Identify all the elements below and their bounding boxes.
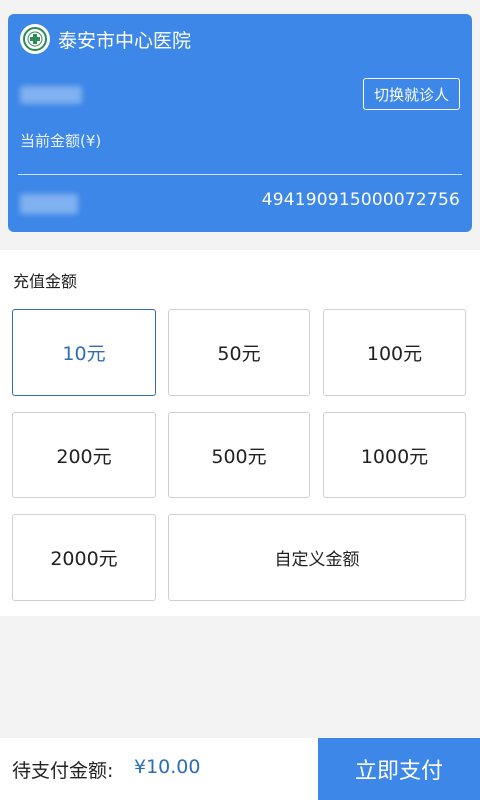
balance-label: 当前金额(¥) xyxy=(20,132,102,150)
custom-amount-button[interactable]: 自定义金额 xyxy=(168,514,466,601)
amount-option-2000[interactable]: 2000元 xyxy=(12,514,156,601)
amount-option-100[interactable]: 100元 xyxy=(323,309,466,396)
card-number: 494190915000072756 xyxy=(261,190,460,210)
pay-now-button[interactable]: 立即支付 xyxy=(318,738,480,800)
patient-card: 泰安市中心医院 切换就诊人 当前金额(¥) 494190915000072756 xyxy=(8,14,472,232)
hospital-name: 泰安市中心医院 xyxy=(58,29,192,52)
switch-patient-button[interactable]: 切换就诊人 xyxy=(362,78,460,110)
amount-option-500[interactable]: 500元 xyxy=(168,412,310,498)
amount-option-50[interactable]: 50元 xyxy=(168,309,310,396)
amount-option-10[interactable]: 10元 xyxy=(12,309,156,396)
amount-option-1000[interactable]: 1000元 xyxy=(323,412,466,498)
card-divider xyxy=(18,174,462,175)
balance-value-redacted xyxy=(20,194,78,214)
hospital-logo-icon xyxy=(20,24,50,54)
pay-amount-label: 待支付金额: xyxy=(12,760,114,782)
amount-option-200[interactable]: 200元 xyxy=(12,412,156,498)
hospital-header: 泰安市中心医院 xyxy=(20,24,191,54)
patient-name-redacted xyxy=(20,86,82,104)
pay-amount-value: ¥10.00 xyxy=(134,756,201,778)
recharge-title: 充值金额 xyxy=(13,272,78,291)
